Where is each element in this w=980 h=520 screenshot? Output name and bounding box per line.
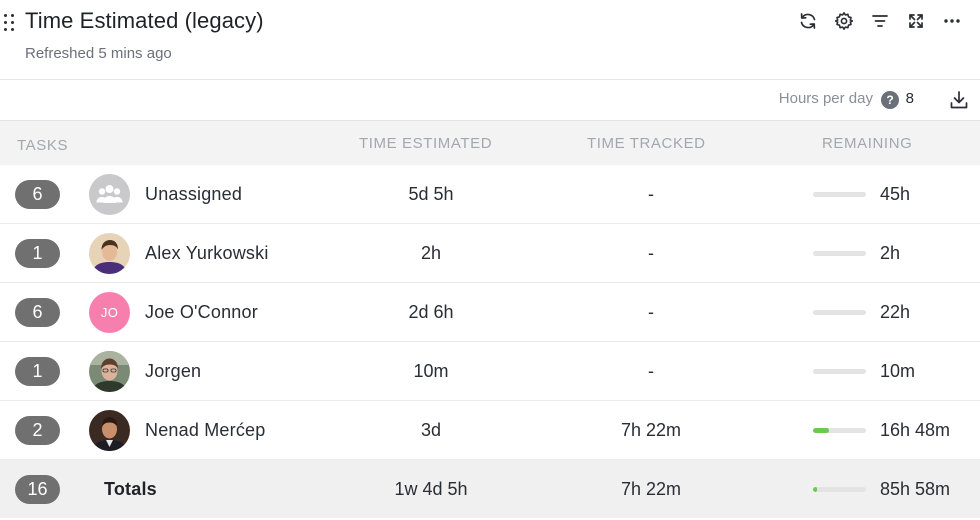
task-count-badge: 1 (15, 239, 60, 268)
filter-icon[interactable] (866, 9, 894, 33)
widget-header: Time Estimated (legacy) Refreshed 5 mins… (0, 0, 980, 80)
table-row[interactable]: 6 JO Joe O'Connor 2d 6h - 22h (0, 283, 980, 342)
remaining-value: 10m (880, 361, 916, 381)
time-estimated-value: 3d (420, 420, 442, 440)
time-tracked-value: - (648, 361, 654, 381)
avatar (89, 410, 130, 451)
assignee-name: Unassigned (145, 184, 243, 204)
time-estimated-value: 2d 6h (408, 302, 454, 322)
remaining-progress-bar (813, 369, 866, 374)
remaining-total: 85h 58m (880, 479, 951, 499)
task-count-badge: 2 (15, 416, 60, 445)
column-header-time-estimated[interactable]: TIME ESTIMATED (359, 135, 492, 152)
time-estimated-total: 1w 4d 5h (394, 479, 468, 499)
remaining-progress-bar (813, 251, 866, 256)
totals-label: Totals (104, 479, 157, 499)
assignee-name: Alex Yurkowski (145, 243, 269, 263)
remaining-value: 16h 48m (880, 420, 951, 440)
table-row[interactable]: 1 Jorgen 10m - 10m (0, 342, 980, 401)
column-header-tasks[interactable]: TASKS (17, 137, 68, 154)
totals-row: 16 Totals 1w 4d 5h 7h 22m 85h 58m (0, 460, 980, 518)
time-tracked-total: 7h 22m (620, 479, 682, 499)
remaining-value: 22h (880, 302, 911, 322)
assignee-name: Jorgen (145, 361, 202, 381)
more-icon[interactable] (938, 9, 966, 33)
remaining-progress-bar (813, 192, 866, 197)
assignee-name: Nenad Merćep (145, 420, 266, 440)
column-header-time-tracked[interactable]: TIME TRACKED (587, 135, 706, 152)
time-estimated-value: 2h (420, 243, 442, 263)
progress-fill (813, 428, 829, 433)
time-tracked-value: 7h 22m (620, 420, 682, 440)
drag-handle-icon[interactable] (4, 12, 18, 32)
refresh-icon[interactable] (794, 9, 822, 33)
avatar-initials: JO (89, 292, 130, 333)
table-body: 6 Unassigned 5d 5h - 45h 1 Alex Yurkowsk… (0, 165, 980, 518)
task-count-badge: 6 (15, 180, 60, 209)
widget-title: Time Estimated (legacy) (25, 8, 264, 33)
remaining-progress-bar (813, 428, 866, 433)
avatar (89, 233, 130, 274)
time-tracked-value: - (648, 302, 654, 322)
gear-icon[interactable] (830, 9, 858, 33)
hours-per-day-label: Hours per day (778, 90, 873, 107)
time-estimated-value: 10m (413, 361, 449, 381)
remaining-progress-bar (813, 487, 866, 492)
download-icon[interactable] (948, 89, 970, 111)
hours-per-day-value[interactable]: 8 (906, 90, 914, 107)
task-count-badge: 16 (15, 475, 60, 504)
widget-toolbar: Hours per day ? 8 (0, 80, 980, 121)
expand-icon[interactable] (902, 9, 930, 33)
remaining-progress-bar (813, 310, 866, 315)
table-row[interactable]: 1 Alex Yurkowski 2h - 2h (0, 224, 980, 283)
time-tracked-value: - (648, 243, 654, 263)
task-count-badge: 1 (15, 357, 60, 386)
column-header-remaining[interactable]: REMAINING (822, 135, 912, 152)
table-row[interactable]: 6 Unassigned 5d 5h - 45h (0, 165, 980, 224)
header-actions (794, 9, 966, 33)
remaining-value: 45h (880, 184, 911, 204)
progress-fill (813, 487, 818, 492)
refreshed-status: Refreshed 5 mins ago (25, 45, 172, 62)
assignee-name: Joe O'Connor (145, 302, 258, 322)
remaining-value: 2h (880, 243, 901, 263)
task-count-badge: 6 (15, 298, 60, 327)
table-row[interactable]: 2 Nenad Merćep 3d 7h 22m 16h 48m (0, 401, 980, 460)
time-estimated-value: 5d 5h (408, 184, 454, 204)
table-header: TASKS TIME ESTIMATED TIME TRACKED REMAIN… (0, 121, 980, 165)
avatar (89, 351, 130, 392)
group-icon (89, 174, 130, 215)
help-icon[interactable]: ? (881, 91, 899, 109)
time-tracked-value: - (648, 184, 654, 204)
